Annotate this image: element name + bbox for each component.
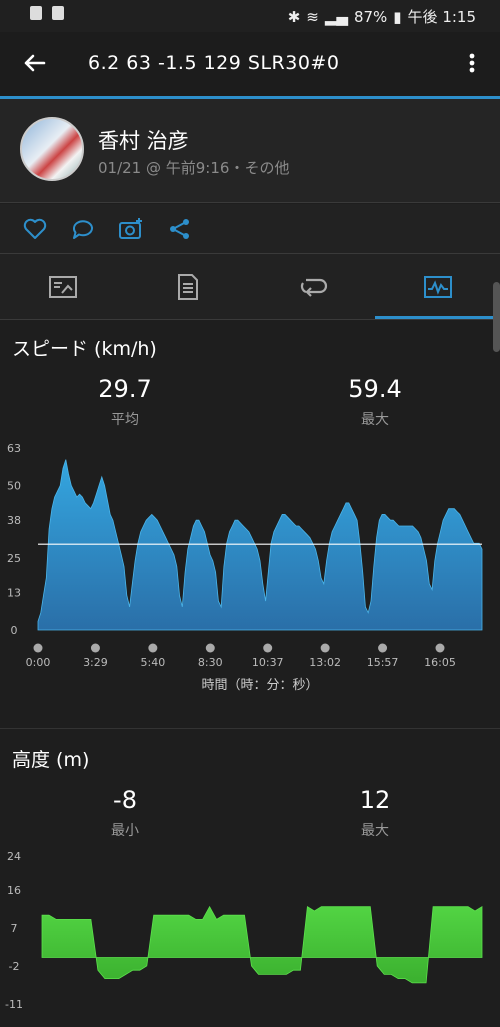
y-tick-label: 25 bbox=[7, 552, 21, 565]
bluetooth-icon: ✱ bbox=[287, 7, 301, 26]
tab-overview[interactable] bbox=[0, 254, 125, 320]
speed-max-label: 最大 bbox=[361, 412, 389, 428]
x-tick-marker bbox=[435, 643, 445, 653]
x-tick-marker bbox=[90, 643, 100, 653]
y-tick-label: 13 bbox=[7, 586, 21, 599]
speed-chart[interactable]: 63 50 38 25 13 0 0:00 3:29 5:40 8:30 10:37 13:02 15… bbox=[0, 438, 500, 698]
x-tick-label: 16:05 bbox=[424, 656, 456, 669]
laps-icon bbox=[300, 278, 327, 297]
activity-header: 香村 治彦 01/21 @ 午前9:16・その他 bbox=[0, 99, 500, 203]
x-tick-marker bbox=[33, 643, 43, 653]
altitude-title: 高度 (m) bbox=[12, 749, 90, 771]
details-icon bbox=[177, 274, 198, 300]
x-tick-label: 8:30 bbox=[198, 656, 223, 669]
tab-details[interactable] bbox=[125, 254, 250, 320]
avatar[interactable] bbox=[20, 117, 84, 181]
y-tick-label: 38 bbox=[7, 514, 21, 527]
altitude-max-label: 最大 bbox=[361, 823, 389, 839]
y-tick-label: -2 bbox=[9, 960, 20, 973]
signal-icon: ▂▄ bbox=[324, 7, 348, 26]
user-name: 香村 治彦 bbox=[98, 129, 189, 153]
active-tab-indicator bbox=[375, 316, 500, 319]
section-divider bbox=[0, 728, 500, 729]
overview-icon bbox=[48, 276, 77, 298]
battery-level: 87% bbox=[353, 7, 388, 26]
app-bar: 6.2 63 -1.5 129 SLR30#0 bbox=[0, 32, 500, 96]
activity-title: 6.2 63 -1.5 129 SLR30#0 bbox=[88, 52, 340, 74]
status-bar: ✱ ≋ ▂▄ 87% ▮ 午後 1:15 bbox=[0, 0, 500, 32]
tab-bar bbox=[0, 254, 500, 320]
x-tick-marker bbox=[263, 643, 273, 653]
back-arrow-icon[interactable] bbox=[20, 48, 50, 78]
x-tick-marker bbox=[148, 643, 158, 653]
like-icon[interactable] bbox=[22, 216, 48, 242]
speed-avg-label: 平均 bbox=[111, 412, 139, 428]
x-tick-label: 5:40 bbox=[141, 656, 166, 669]
x-tick-label: 3:29 bbox=[83, 656, 108, 669]
y-tick-label: 0 bbox=[11, 624, 18, 637]
y-tick-label: 24 bbox=[7, 850, 21, 863]
comment-icon[interactable] bbox=[70, 216, 96, 242]
share-icon[interactable] bbox=[167, 216, 193, 242]
y-tick-label: 63 bbox=[7, 442, 21, 455]
activity-meta: 01/21 @ 午前9:16・その他 bbox=[98, 159, 290, 177]
battery-icon: ▮ bbox=[393, 7, 402, 26]
screenshot-icon bbox=[52, 6, 64, 20]
altitude-max-value: 12 bbox=[359, 786, 391, 814]
speed-x-axis-label: 時間（時：分：秒） bbox=[201, 678, 319, 693]
speed-title: スピード (km/h) bbox=[12, 338, 157, 360]
notification-icon bbox=[30, 6, 42, 20]
add-photo-icon[interactable] bbox=[118, 216, 144, 242]
tab-laps[interactable] bbox=[250, 254, 375, 320]
tab-charts[interactable] bbox=[375, 254, 500, 320]
charts-icon bbox=[423, 276, 452, 298]
clock: 午後 1:15 bbox=[407, 8, 476, 26]
y-tick-label: 50 bbox=[7, 480, 21, 493]
y-tick-label: -11 bbox=[5, 998, 23, 1011]
more-menu-icon[interactable] bbox=[462, 48, 482, 78]
x-tick-label: 10:37 bbox=[252, 656, 284, 669]
x-tick-marker bbox=[205, 643, 215, 653]
x-tick-label: 13:02 bbox=[309, 656, 341, 669]
altitude-min-value: -8 bbox=[113, 786, 137, 814]
x-tick-label: 15:57 bbox=[367, 656, 399, 669]
series-area bbox=[41, 905, 483, 984]
scrollbar[interactable] bbox=[493, 282, 500, 352]
speed-max-value: 59.4 bbox=[348, 375, 402, 403]
altitude-min-label: 最小 bbox=[111, 823, 139, 839]
y-tick-label: 16 bbox=[7, 884, 21, 897]
wifi-icon: ≋ bbox=[306, 7, 319, 26]
x-tick-marker bbox=[378, 643, 388, 653]
speed-avg-value: 29.7 bbox=[98, 375, 152, 403]
altitude-chart[interactable]: 24 16 7 -2 -11 bbox=[0, 845, 500, 1027]
x-tick-marker bbox=[320, 643, 330, 653]
x-tick-label: 0:00 bbox=[26, 656, 51, 669]
action-row bbox=[0, 204, 500, 254]
y-tick-label: 7 bbox=[11, 922, 18, 935]
